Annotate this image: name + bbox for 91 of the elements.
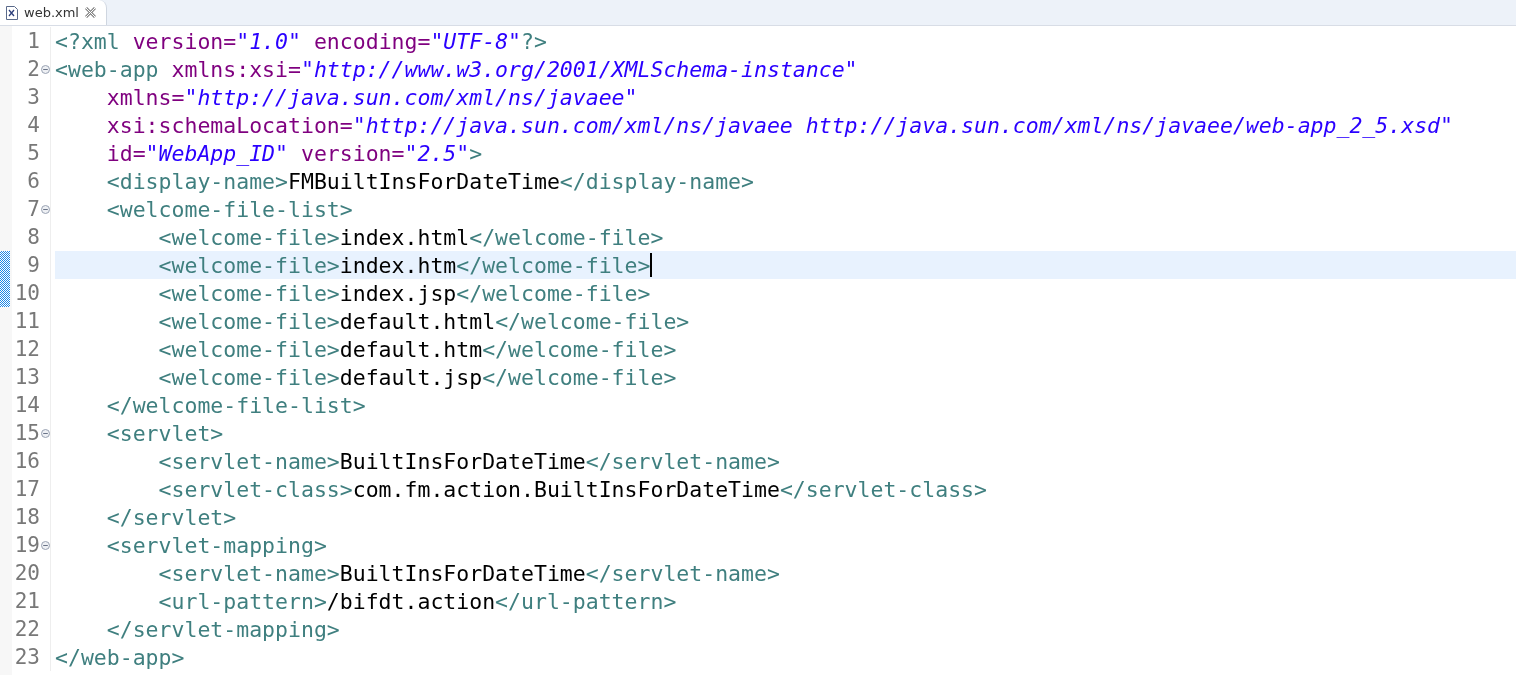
text-content: /bifdt.action	[326, 588, 496, 614]
xml-tag: <welcome-file>	[55, 364, 340, 390]
line-number: 23	[13, 645, 40, 669]
xml-tag: </welcome-file-list>	[55, 392, 366, 418]
line-number: 9	[26, 253, 40, 277]
xml-tag: </welcome-file>	[456, 280, 651, 306]
line-number: 3	[26, 85, 40, 109]
text-content: com.fm.action.BuiltInsForDateTime	[352, 476, 780, 502]
line-number: 7	[26, 197, 40, 221]
attribute-value: "1.0"	[236, 28, 301, 54]
line-number: 21	[13, 589, 40, 613]
xml-tag: <servlet-name>	[55, 560, 340, 586]
xml-attribute: encoding=	[312, 28, 431, 54]
editor-tab[interactable]: web.xml	[0, 0, 107, 25]
xml-attribute: version=	[131, 28, 237, 54]
line-number: 17	[13, 477, 40, 501]
xml-tag: </welcome-file>	[469, 224, 664, 250]
line-number: 19	[13, 533, 40, 557]
xml-tag: <servlet>	[55, 420, 224, 446]
attribute-value: "2.5"	[404, 140, 470, 166]
collapse-icon[interactable]	[40, 64, 50, 74]
xml-tag: <welcome-file>	[55, 224, 340, 250]
text-content: index.jsp	[339, 280, 457, 306]
xml-tag: <welcome-file>	[55, 280, 340, 306]
line-number: 11	[13, 309, 40, 333]
text-content: FMBuiltInsForDateTime	[288, 168, 560, 194]
line-number: 10	[13, 281, 40, 305]
xml-attribute: xmlns:xsi=	[170, 56, 301, 82]
attribute-value: "http://java.sun.com/xml/ns/javaee http://java.sun.com/xml/ns/javaee/web-app_2_5.xsd"	[352, 112, 1453, 138]
text-cursor	[650, 253, 652, 277]
line-number: 6	[26, 169, 40, 193]
xml-tag: </welcome-file>	[482, 336, 677, 362]
xml-tag: </url-pattern>	[495, 588, 677, 614]
xml-tag: </servlet>	[55, 504, 237, 530]
xml-file-icon	[6, 5, 18, 20]
xml-tag: <web-app	[55, 56, 159, 82]
text-content: default.htm	[339, 336, 483, 362]
xml-tag: </servlet-name>	[585, 560, 780, 586]
xml-attribute: id=	[105, 140, 146, 166]
line-number: 12	[13, 337, 40, 361]
tab-label: web.xml	[24, 5, 79, 20]
collapse-icon[interactable]	[40, 540, 50, 550]
xml-tag: ?>	[521, 28, 547, 54]
xml-tag: </servlet-mapping>	[55, 616, 340, 642]
text-content: BuiltInsForDateTime	[339, 448, 586, 474]
line-number: 15	[13, 421, 40, 445]
line-number: 13	[13, 365, 40, 389]
xml-tag: <servlet-class>	[55, 476, 353, 502]
xml-tag: </servlet-class>	[779, 476, 987, 502]
line-number: 14	[13, 393, 40, 417]
text-content: BuiltInsForDateTime	[339, 560, 586, 586]
text-content: index.html	[339, 224, 470, 250]
line-number: 5	[26, 141, 40, 165]
xml-tag: <url-pattern>	[55, 588, 327, 614]
xml-tag: <servlet-name>	[55, 448, 340, 474]
line-number: 2	[26, 57, 40, 81]
line-number: 20	[13, 561, 40, 585]
close-icon[interactable]	[85, 7, 96, 18]
xml-attribute: version=	[299, 140, 405, 166]
text-content: default.jsp	[339, 364, 483, 390]
code-editor[interactable]	[0, 26, 1516, 675]
xml-tag: <welcome-file>	[55, 252, 340, 278]
line-number: 16	[13, 449, 40, 473]
line-number: 22	[13, 617, 40, 641]
xml-tag: </welcome-file>	[495, 308, 690, 334]
xml-tag: <?xml	[55, 28, 120, 54]
collapse-icon[interactable]	[40, 204, 50, 214]
text-content: default.html	[339, 308, 496, 334]
attribute-value: "http://java.sun.com/xml/ns/javaee"	[184, 84, 638, 110]
attribute-value: "UTF-8"	[430, 28, 522, 54]
attribute-value: "WebApp_ID"	[145, 140, 288, 166]
line-number: 18	[13, 505, 40, 529]
attribute-value: "http://www.w3.org/2001/XMLSchema-instance"	[300, 56, 858, 82]
line-number: 1	[26, 29, 40, 53]
line-number: 8	[26, 225, 40, 249]
xml-tag: </web-app>	[55, 644, 185, 670]
collapse-icon[interactable]	[40, 428, 50, 438]
xml-tag: <servlet-mapping>	[55, 532, 327, 558]
xml-tag: </welcome-file>	[482, 364, 677, 390]
xml-tag: <welcome-file>	[55, 336, 340, 362]
xml-tag: <display-name>	[55, 168, 288, 194]
xml-tag: </servlet-name>	[585, 448, 780, 474]
xml-tag: >	[469, 140, 483, 166]
line-number: 4	[26, 113, 40, 137]
xml-tag: </welcome-file>	[456, 252, 651, 278]
xml-tag: </display-name>	[559, 168, 754, 194]
xml-attribute: xmlns=	[105, 84, 185, 110]
xml-attribute: xsi:schemaLocation=	[105, 112, 353, 138]
text-content: index.htm	[339, 252, 457, 278]
xml-tag: <welcome-file>	[55, 308, 340, 334]
xml-tag: <welcome-file-list>	[55, 196, 353, 222]
